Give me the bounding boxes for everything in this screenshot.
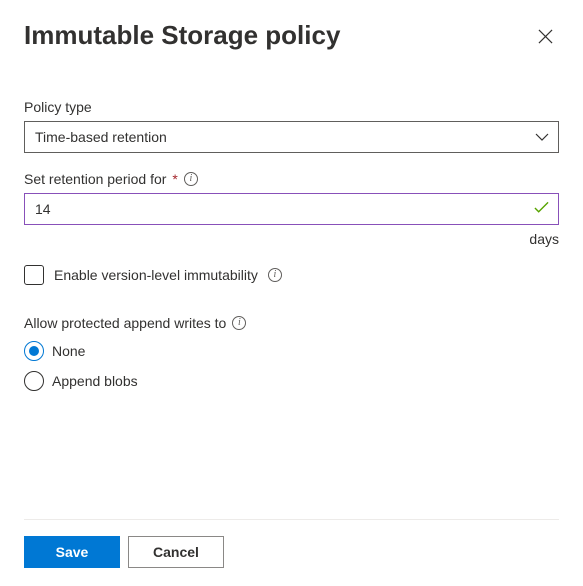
dialog-content: Policy type Time-based retention Set ret…	[24, 99, 559, 519]
info-icon[interactable]: i	[184, 172, 198, 186]
info-icon[interactable]: i	[268, 268, 282, 282]
append-writes-label-row: Allow protected append writes to i	[24, 315, 559, 331]
radio-control[interactable]	[24, 341, 44, 361]
radio-label: None	[52, 343, 85, 359]
policy-type-group: Policy type Time-based retention	[24, 99, 559, 153]
retention-period-unit: days	[24, 231, 559, 247]
retention-period-label-row: Set retention period for * i	[24, 171, 559, 187]
immutable-storage-policy-dialog: Immutable Storage policy Policy type Tim…	[0, 0, 583, 586]
policy-type-value: Time-based retention	[24, 121, 559, 153]
append-writes-label: Allow protected append writes to	[24, 315, 226, 331]
version-level-checkbox[interactable]	[24, 265, 44, 285]
retention-period-input[interactable]	[24, 193, 559, 225]
dialog-footer: Save Cancel	[24, 519, 559, 586]
dialog-header: Immutable Storage policy	[24, 20, 559, 51]
version-level-checkbox-row[interactable]: Enable version-level immutability i	[24, 265, 559, 285]
version-level-label: Enable version-level immutability	[54, 267, 258, 283]
save-button[interactable]: Save	[24, 536, 120, 568]
close-button[interactable]	[535, 28, 555, 48]
close-icon	[538, 29, 553, 47]
info-icon[interactable]: i	[232, 316, 246, 330]
radio-label: Append blobs	[52, 373, 138, 389]
required-indicator: *	[172, 171, 177, 187]
append-writes-option-none[interactable]: None	[24, 341, 559, 361]
retention-period-group: Set retention period for * i days	[24, 171, 559, 247]
dialog-title: Immutable Storage policy	[24, 20, 340, 51]
policy-type-label: Policy type	[24, 99, 559, 115]
retention-period-label: Set retention period for	[24, 171, 166, 187]
policy-type-select[interactable]: Time-based retention	[24, 121, 559, 153]
retention-period-input-wrapper	[24, 193, 559, 225]
append-writes-option-append-blobs[interactable]: Append blobs	[24, 371, 559, 391]
append-writes-group: Allow protected append writes to i None …	[24, 315, 559, 391]
cancel-button[interactable]: Cancel	[128, 536, 224, 568]
radio-control[interactable]	[24, 371, 44, 391]
